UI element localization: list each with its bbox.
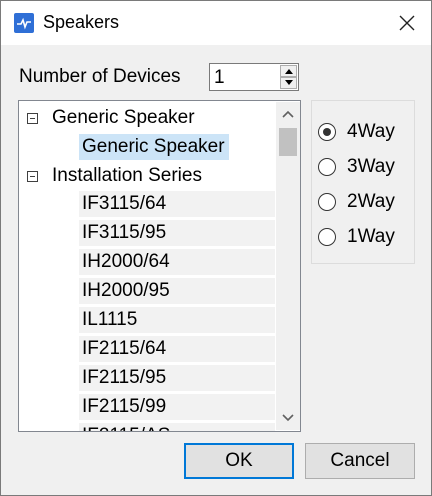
tree-item[interactable]: IF3115/95: [79, 220, 275, 246]
tree-item[interactable]: IH2000/95: [79, 278, 275, 304]
tree-item[interactable]: IF2115/95: [79, 365, 275, 391]
tree-group-label: Installation Series: [52, 165, 202, 186]
close-button[interactable]: [389, 7, 425, 39]
scroll-down-button[interactable]: [276, 406, 300, 430]
collapse-toggle-icon[interactable]: [27, 113, 38, 124]
radio-button-selected-icon[interactable]: [318, 123, 336, 141]
tree-group-installation-series[interactable]: Installation Series: [19, 162, 275, 190]
tree-item[interactable]: IF3115/64: [79, 191, 275, 217]
number-of-devices-value[interactable]: 1: [214, 67, 225, 89]
number-of-devices-label: Number of Devices: [19, 66, 181, 87]
app-icon: [14, 13, 34, 33]
speakers-dialog: Speakers Number of Devices 1 Generic Spe…: [0, 0, 432, 496]
tree-item[interactable]: IH2000/64: [79, 249, 275, 275]
chevron-down-icon: [282, 414, 294, 422]
tree-item[interactable]: IF2115/AS: [79, 423, 275, 431]
collapse-toggle-icon[interactable]: [27, 171, 38, 182]
tree-item[interactable]: IL1115: [79, 307, 275, 333]
window-title: Speakers: [43, 12, 120, 32]
triangle-down-icon: [285, 80, 293, 85]
radio-button-icon[interactable]: [318, 158, 336, 176]
tree-item-generic-speaker[interactable]: Generic Speaker: [79, 134, 229, 160]
triangle-up-icon: [285, 69, 293, 74]
way-radio-group: 4Way 3Way 2Way 1Way: [311, 100, 415, 264]
stepper-up-button[interactable]: [280, 65, 297, 77]
chevron-up-icon: [282, 110, 294, 118]
tree-scrollbar[interactable]: [276, 102, 300, 430]
tree-item[interactable]: IF2115/64: [79, 336, 275, 362]
tree-group-label: Generic Speaker: [52, 107, 195, 128]
speaker-tree[interactable]: Generic Speaker Generic Speaker Installa…: [18, 100, 301, 432]
radio-button-icon[interactable]: [318, 228, 336, 246]
stepper-down-button[interactable]: [280, 77, 297, 89]
scrollbar-thumb[interactable]: [279, 128, 297, 156]
ok-button[interactable]: OK: [184, 443, 294, 479]
radio-label: 3Way: [347, 156, 395, 177]
radio-label: 1Way: [347, 226, 395, 247]
radio-button-icon[interactable]: [318, 193, 336, 211]
cancel-button[interactable]: Cancel: [305, 443, 415, 479]
scroll-up-button[interactable]: [276, 102, 300, 126]
number-of-devices-stepper[interactable]: 1: [209, 63, 299, 91]
close-icon: [399, 15, 415, 31]
tree-group-generic-speaker[interactable]: Generic Speaker: [19, 104, 275, 132]
radio-label: 4Way: [347, 121, 395, 142]
tree-item[interactable]: IF2115/99: [79, 394, 275, 420]
title-bar: Speakers: [1, 1, 431, 45]
radio-label: 2Way: [347, 191, 395, 212]
